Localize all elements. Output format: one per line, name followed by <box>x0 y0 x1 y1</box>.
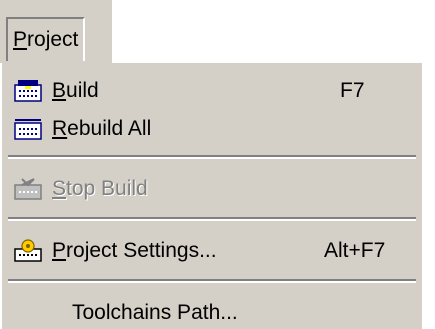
menu-item-project-settings[interactable]: Project Settings... Alt+F7 <box>2 229 422 273</box>
menu-item-toolchains-path[interactable]: Toolchains Path... <box>2 291 422 329</box>
project-dropdown-menu: Build F7 Rebuild All Stop Build Project <box>0 63 435 329</box>
menu-item-stop-build[interactable]: Stop Build <box>2 167 422 211</box>
build-icon <box>14 80 42 102</box>
menu-item-build-label: Build <box>52 79 99 102</box>
menu-item-rebuild-all[interactable]: Rebuild All <box>2 107 422 151</box>
menu-separator <box>8 217 416 221</box>
project-menu-mnemonic: P <box>13 28 28 51</box>
menu-item-project-settings-shortcut: Alt+F7 <box>324 239 386 262</box>
menu-item-stop-build-label: Stop Build <box>52 177 148 200</box>
project-menu-title-text: roject <box>27 28 79 51</box>
menu-item-build-shortcut: F7 <box>340 79 365 102</box>
menu-separator <box>8 155 416 159</box>
rebuild-all-icon <box>14 119 42 140</box>
stop-build-icon <box>14 178 42 200</box>
project-menu-title[interactable]: Project <box>6 17 86 61</box>
menu-item-toolchains-path-label: Toolchains Path... <box>72 301 238 324</box>
menu-item-project-settings-label: Project Settings... <box>52 239 217 262</box>
project-settings-icon <box>14 239 42 262</box>
menu-item-rebuild-all-label: Rebuild All <box>52 117 152 140</box>
menu-bar: Project <box>0 0 112 63</box>
menu-separator <box>8 279 416 283</box>
